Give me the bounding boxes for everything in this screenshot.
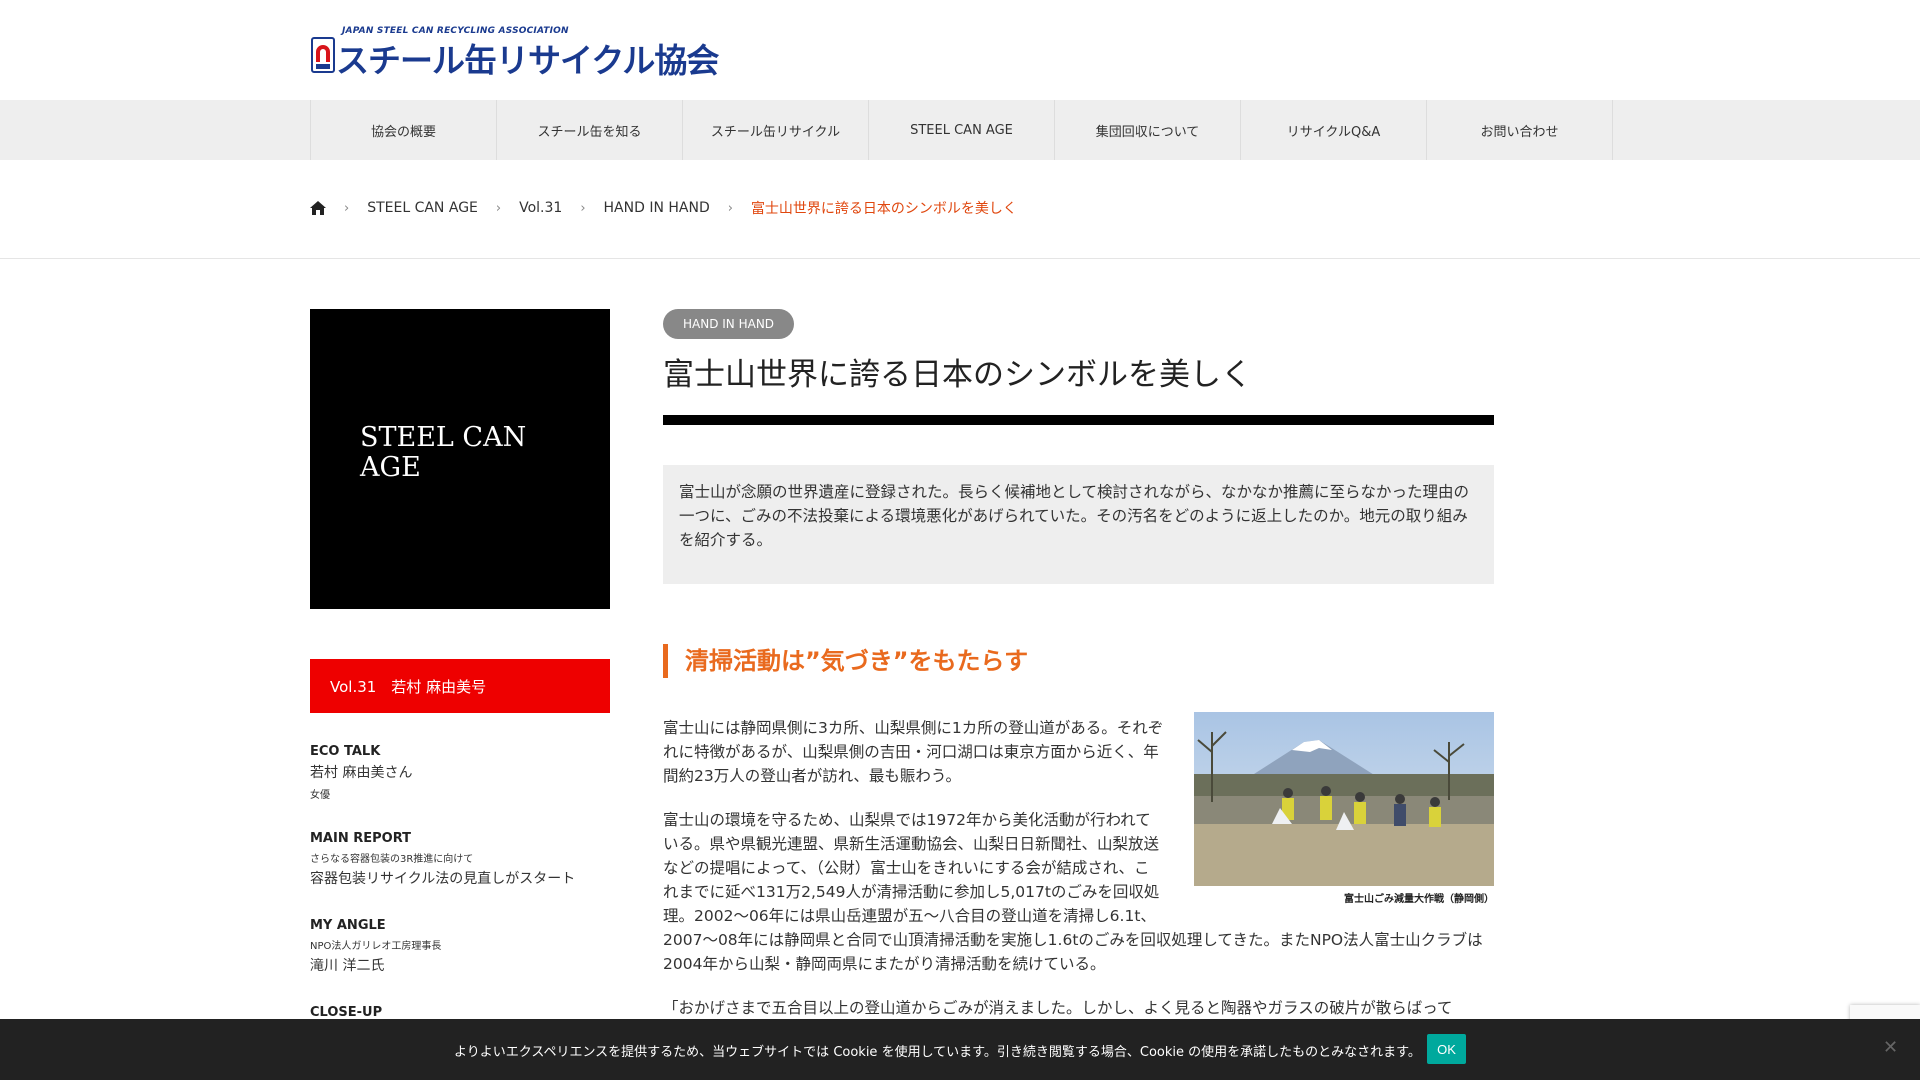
section-heading: MAIN REPORT xyxy=(310,831,412,846)
sidebar-section-close-up[interactable]: CLOSE-UP xyxy=(310,1005,610,1020)
section-heading: ECO TALK xyxy=(310,744,381,759)
site-logo[interactable]: JAPAN STEEL CAN RECYCLING ASSOCIATION スチ… xyxy=(310,26,719,80)
nav-item-group-collection[interactable]: 集団回収について xyxy=(1055,100,1241,160)
site-header: JAPAN STEEL CAN RECYCLING ASSOCIATION スチ… xyxy=(0,0,1920,100)
nav-item-contact[interactable]: お問い合わせ xyxy=(1427,100,1613,160)
paragraph: 「おかげさまで五合目以上の登山道からごみが消えました。しかし、よく見ると陶器やガ… xyxy=(663,999,1453,1017)
nav-item-recycling-qa[interactable]: リサイクルQ&A xyxy=(1241,100,1427,160)
cleanup-photo xyxy=(1194,712,1494,886)
section-main[interactable]: 容器包装リサイクル法の見直しがスタート xyxy=(310,868,610,888)
article-figure: 富士山ごみ減量大作戦（静岡側） xyxy=(1194,712,1494,912)
chevron-right-icon: › xyxy=(344,200,350,216)
breadcrumb-current: 富士山世界に誇る日本のシンボルを美しく xyxy=(750,201,1017,217)
chevron-right-icon: › xyxy=(495,200,502,216)
figure-caption: 富士山ごみ減量大作戦（静岡側） xyxy=(1344,894,1494,905)
cookie-message: よりよいエクスペリエンスを提供するため、当ウェブサイトでは Cookie を使用… xyxy=(454,1045,1421,1060)
breadcrumb-hand-in-hand[interactable]: HAND IN HAND xyxy=(604,200,710,216)
sidebar-section-eco-talk[interactable]: ECO TALK 若村 麻由美さん 女優 xyxy=(310,744,610,801)
article-body: 富士山ごみ減量大作戦（静岡側） 富士山には静岡県側に3カ所、山梨県側に1カ所の登… xyxy=(663,712,1494,1020)
logo-mark-icon xyxy=(311,37,335,73)
issue-label[interactable]: Vol.31 若村 麻由美号 xyxy=(310,659,610,713)
article-title: 富士山世界に誇る日本のシンボルを美しく xyxy=(663,357,1252,393)
cookie-accept-button[interactable]: OK xyxy=(1427,1034,1466,1064)
global-nav: 協会の概要 スチール缶を知る スチール缶リサイクル STEEL CAN AGE … xyxy=(0,100,1920,160)
breadcrumb-vol31[interactable]: Vol.31 xyxy=(519,200,562,216)
divider xyxy=(0,258,1920,259)
close-icon[interactable]: ✕ xyxy=(1883,1037,1898,1058)
breadcrumb: › STEEL CAN AGE › Vol.31 › HAND IN HAND … xyxy=(310,198,1017,218)
cookie-banner: よりよいエクスペリエンスを提供するため、当ウェブサイトでは Cookie を使用… xyxy=(0,1019,1920,1080)
chevron-right-icon: › xyxy=(580,200,586,216)
section-main[interactable]: 若村 麻由美さん xyxy=(310,762,610,782)
home-icon[interactable] xyxy=(310,201,326,215)
sidebar-hero: STEEL CAN AGE xyxy=(310,309,610,609)
section-sub: 女優 xyxy=(310,790,330,801)
article-lead: 富士山が念願の世界遺産に登録された。長らく候補地として検討されながら、なかなか推… xyxy=(663,465,1494,584)
category-tag[interactable]: HAND IN HAND xyxy=(663,309,795,339)
breadcrumb-steel-can-age[interactable]: STEEL CAN AGE xyxy=(367,200,478,216)
title-rule xyxy=(663,415,1494,425)
sidebar-section-my-angle[interactable]: MY ANGLE NPO法人ガリレオ工房理事長 滝川 洋二氏 xyxy=(310,918,610,975)
sidebar-section-main-report[interactable]: MAIN REPORT さらなる容器包装の3R推進に向けて 容器包装リサイクル法… xyxy=(310,831,610,888)
section-heading: 清掃活動は”気づき”をもたらす xyxy=(663,644,1494,678)
section-heading: MY ANGLE xyxy=(310,918,386,933)
logo-japanese-text: スチール缶リサイクル協会 xyxy=(336,41,719,80)
nav-item-about[interactable]: 協会の概要 xyxy=(311,100,497,160)
section-main[interactable]: 滝川 洋二氏 xyxy=(310,955,610,975)
section-sub: NPO法人ガリレオ工房理事長 xyxy=(310,941,442,952)
chevron-right-icon: › xyxy=(727,200,733,216)
article: HAND IN HAND 富士山世界に誇る日本のシンボルを美しく 富士山が念願の… xyxy=(663,309,1494,1040)
nav-item-steel-can-age[interactable]: STEEL CAN AGE xyxy=(869,100,1055,160)
nav-item-steel-can-recycling[interactable]: スチール缶リサイクル xyxy=(683,100,869,160)
section-sub: さらなる容器包装の3R推進に向けて xyxy=(310,854,474,865)
section-heading: CLOSE-UP xyxy=(310,1005,383,1020)
hero-title: STEEL CAN AGE xyxy=(360,422,527,483)
nav-item-know-steel-can[interactable]: スチール缶を知る xyxy=(497,100,683,160)
